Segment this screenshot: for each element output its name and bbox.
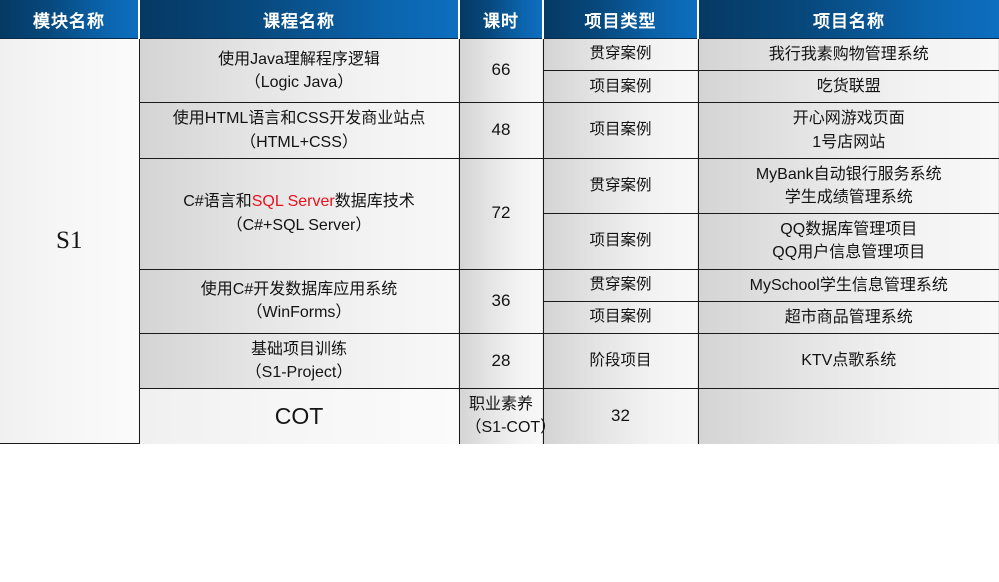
hours-cell: 72: [458, 157, 544, 270]
course-title-prefix: 使用C#开发数据库应用系统: [200, 281, 398, 298]
hours-cell: 28: [458, 332, 544, 390]
hours-cell: 32: [542, 388, 699, 444]
course-title-line2: （S1-Project）: [245, 364, 353, 382]
table-body: S1 使用Java理解程序逻辑 （Logic Java） 66 贯穿案例 我行我…: [0, 37, 999, 445]
project-name-line: 开心网游戏页面: [792, 110, 905, 128]
course-cell: 使用HTML语言和CSS开发商业站点 （HTML+CSS）: [138, 102, 460, 159]
table-row: 基础项目训练 （S1-Project） 28 阶段项目 KTV点歌系统: [0, 332, 999, 390]
project-name-cell: 开心网游戏页面 1号店网站: [697, 102, 999, 159]
project-type-cell: 项目案例: [542, 300, 699, 334]
project-type-cell: 贯穿案例: [542, 268, 699, 302]
course-title-prefix: 职业素养: [468, 396, 533, 414]
header-hours: 课时: [459, 0, 544, 39]
project-name-cell: MyBank自动银行服务系统 学生成绩管理系统: [697, 157, 999, 215]
hours-cell: 66: [458, 37, 544, 104]
course-title-prefix: 使用HTML语言和CSS开发商业站点: [172, 110, 426, 128]
curriculum-table: 模块名称 课程名称 课时 项目类型 项目名称 S1 使用Java理解程序逻辑 （…: [0, 0, 999, 445]
project-type-cell: 贯穿案例: [542, 37, 699, 72]
header-row: 模块名称 课程名称 课时 项目类型 项目名称: [0, 0, 999, 39]
course-title-suffix: 数据库技术: [334, 193, 415, 211]
project-type-cell: 项目案例: [542, 213, 699, 270]
course-title-line1: 使用Java理解程序逻辑: [146, 48, 453, 71]
table-row: S1 使用Java理解程序逻辑 （Logic Java） 66 贯穿案例 我行我…: [0, 37, 999, 445]
course-title-line2: （HTML+CSS）: [240, 133, 358, 151]
course-title-line2: （Logic Java）: [244, 73, 354, 91]
course-title-line1: 使用HTML语言和CSS开发商业站点: [146, 107, 453, 130]
project-type-cell: 项目案例: [542, 102, 699, 159]
project-name-line: MyBank自动银行服务系统: [755, 165, 942, 183]
hours-cell: 36: [458, 268, 544, 334]
project-name-cell: 超市商品管理系统: [697, 300, 999, 334]
hours-cell: 48: [458, 102, 544, 159]
course-title-line2: （S1-COT）: [465, 419, 557, 437]
header-project-name: 项目名称: [698, 0, 999, 39]
project-name-line: 超市商品管理系统: [784, 308, 913, 326]
course-title-prefix: 使用Java理解程序逻辑: [218, 50, 380, 68]
course-title-line1: 使用C#开发数据库应用系统: [146, 278, 453, 301]
project-name-cell: MySchool学生信息管理系统: [697, 268, 999, 302]
course-cell: C#语言和SQL Server数据库技术 （C#+SQL Server）: [138, 157, 460, 270]
project-name-line: QQ用户信息管理项目: [772, 244, 926, 262]
project-name-line: 1号店网站: [812, 133, 886, 151]
project-name-cell: 吃货联盟: [697, 70, 999, 104]
table-row: C#语言和SQL Server数据库技术 （C#+SQL Server） 72 …: [0, 157, 999, 270]
module-cell-cot: COT: [139, 388, 460, 444]
project-name-line: 吃货联盟: [816, 78, 881, 96]
project-type-cell: 贯穿案例: [542, 157, 699, 215]
course-cell: 职业素养 （S1-COT）: [458, 388, 557, 444]
course-title-line2: （WinForms）: [246, 304, 352, 322]
project-name-line: KTV点歌系统: [801, 352, 897, 370]
project-type-cell: [697, 388, 999, 444]
header-course-name: 课程名称: [139, 0, 460, 39]
table-row: 使用C#开发数据库应用系统 （WinForms） 36 贯穿案例 MySchoo…: [0, 268, 999, 334]
course-title-prefix: 基础项目训练: [250, 340, 347, 358]
course-title-line1: 职业素养: [466, 393, 537, 416]
project-name-cell: KTV点歌系统: [697, 332, 999, 390]
course-cell: 使用Java理解程序逻辑 （Logic Java）: [138, 37, 460, 104]
project-name-line: MySchool学生信息管理系统: [749, 276, 948, 294]
header-module-name: 模块名称: [0, 0, 140, 39]
project-name-line: 学生成绩管理系统: [784, 188, 913, 206]
header-project-type: 项目类型: [543, 0, 699, 39]
project-name-line: QQ数据库管理项目: [780, 221, 918, 239]
table-header: 模块名称 课程名称 课时 项目类型 项目名称: [0, 0, 999, 39]
project-name-cell: 我行我素购物管理系统: [697, 37, 999, 72]
project-name-cell: QQ数据库管理项目 QQ用户信息管理项目: [697, 213, 999, 270]
project-type-cell: 阶段项目: [542, 332, 699, 390]
project-type-cell: 项目案例: [542, 70, 699, 104]
course-title-line1: 基础项目训练: [146, 338, 453, 361]
course-title-line1: C#语言和SQL Server数据库技术: [146, 190, 453, 213]
table-row: COT 职业素养 （S1-COT） 32: [0, 388, 999, 444]
course-title-line2: （C#+SQL Server）: [226, 216, 372, 234]
table-row: 使用HTML语言和CSS开发商业站点 （HTML+CSS） 48 项目案例 开心…: [0, 102, 999, 159]
module-cell-s1: S1: [0, 37, 140, 445]
project-name-line: 我行我素购物管理系统: [768, 46, 929, 63]
course-cell: 基础项目训练 （S1-Project）: [138, 332, 460, 390]
course-title-highlight: SQL Server: [251, 193, 335, 211]
course-cell: 使用C#开发数据库应用系统 （WinForms）: [138, 268, 460, 334]
course-title-prefix: C#语言和: [183, 193, 252, 211]
